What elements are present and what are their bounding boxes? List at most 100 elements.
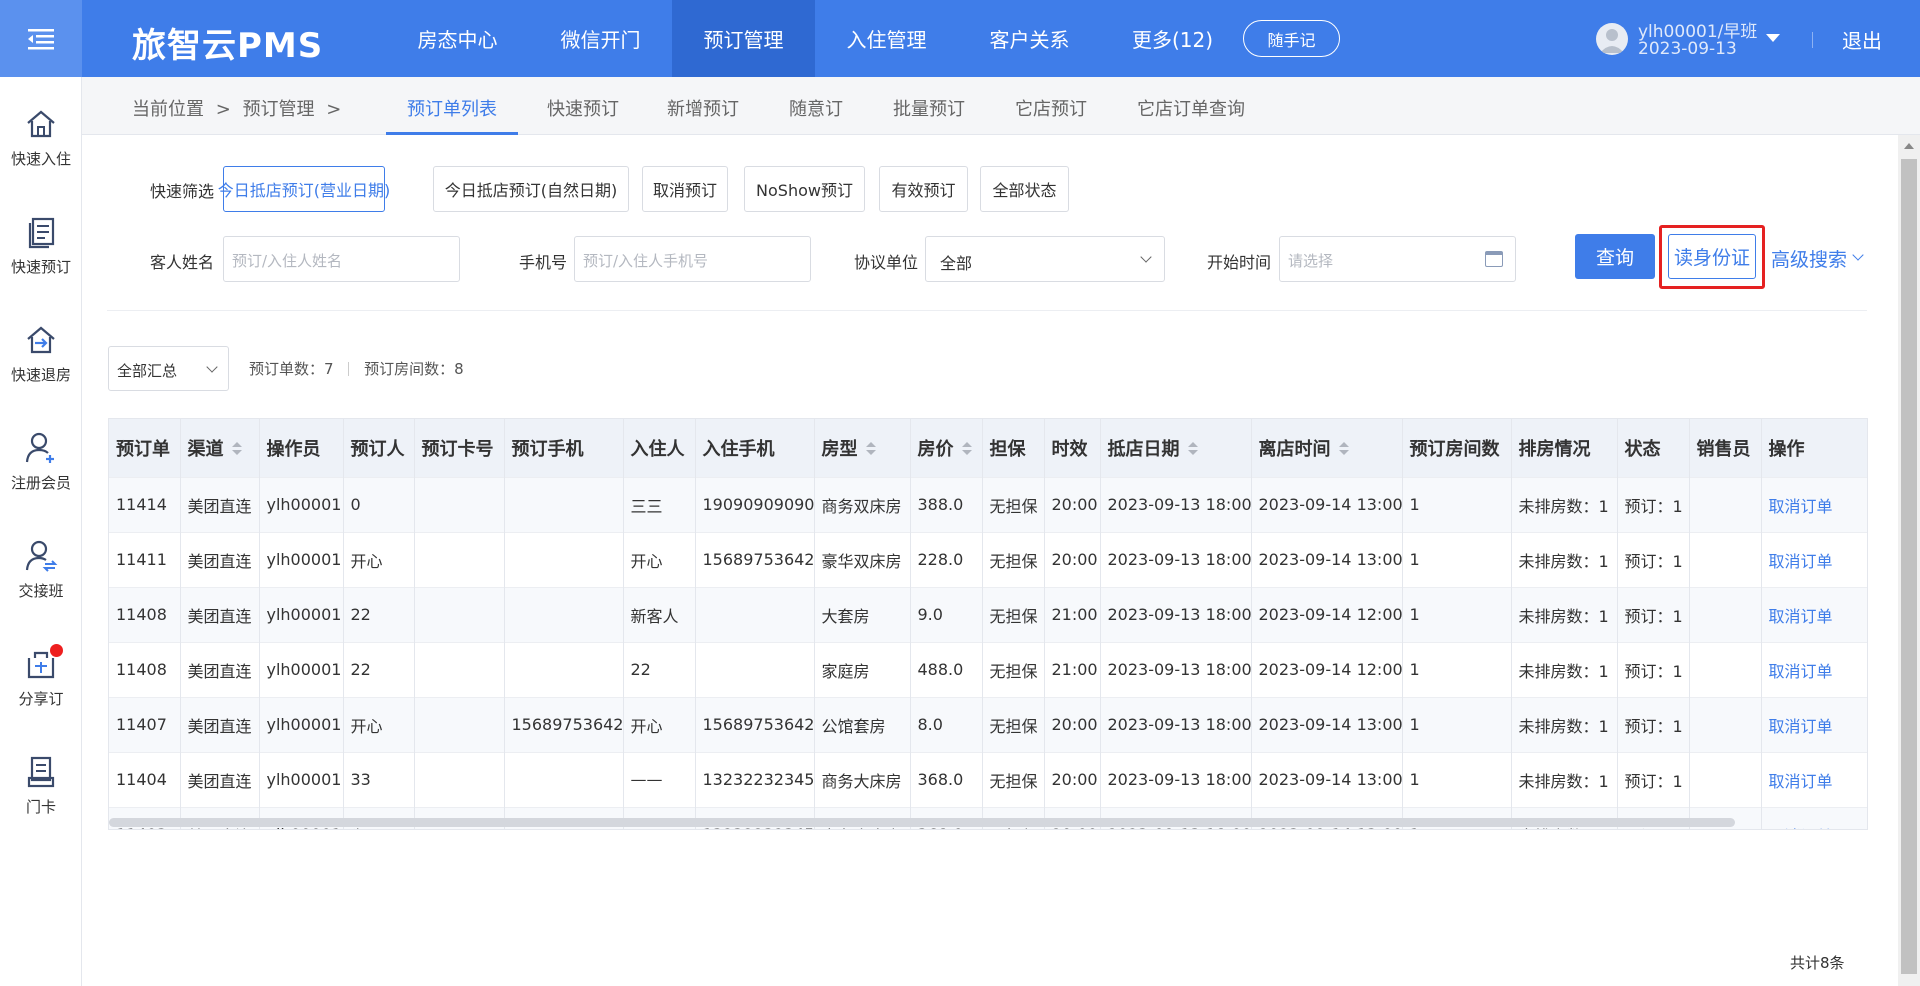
filter-today-arrival-business[interactable]: 今日抵店预订(营业日期) <box>218 166 390 212</box>
note-button[interactable]: 随手记 <box>1243 20 1340 57</box>
sidebar-item-quick-checkout[interactable]: 快速退房 <box>0 308 82 398</box>
agreement-unit-select[interactable]: 全部 <box>925 236 1165 282</box>
menu-toggle-button[interactable] <box>0 0 82 77</box>
filter-all-status[interactable]: 全部状态 <box>980 166 1069 212</box>
user-menu[interactable]: ylh00001/早班 2023-09-13 <box>1596 17 1786 61</box>
phone-label: 手机号 <box>519 253 568 272</box>
guest-name-input[interactable]: 预订/入住人姓名 <box>223 236 460 282</box>
start-time-input[interactable]: 请选择 <box>1279 236 1516 282</box>
avatar <box>1596 23 1628 55</box>
col-room-assignment: 排房情况 <box>1511 419 1618 477</box>
sidebar-item-door-card[interactable]: 门卡 <box>0 740 82 830</box>
nav-wechat-door[interactable]: 微信开门 <box>529 0 672 77</box>
sidebar-item-quick-checkin[interactable]: 快速入住 <box>0 92 82 182</box>
col-arrival-date[interactable]: 抵店日期 <box>1100 419 1252 477</box>
sort-icon[interactable] <box>961 441 972 456</box>
table-cell: 未排房数：1 <box>1511 641 1618 697</box>
table-cell: ylh00001 <box>259 476 344 532</box>
cancel-order-link[interactable]: 取消订单 <box>1761 806 1867 829</box>
filter-today-arrival-natural[interactable]: 今日抵店预订(自然日期) <box>433 166 629 212</box>
cancel-order-link[interactable]: 取消订单 <box>1761 751 1867 807</box>
calendar-icon[interactable] <box>1485 251 1503 267</box>
table-cell: 预订：1 <box>1617 531 1690 587</box>
tab-other-store-order-query[interactable]: 它店订单查询 <box>1137 95 1245 121</box>
nav-more[interactable]: 更多(12) <box>1101 0 1244 77</box>
filter-cancelled[interactable]: 取消预订 <box>642 166 728 212</box>
tab-booking-list[interactable]: 预订单列表 <box>407 95 497 121</box>
phone-input[interactable]: 预订/入住人手机号 <box>574 236 811 282</box>
logout-button[interactable]: 退出 <box>1842 25 1882 54</box>
col-label: 入住手机 <box>702 438 775 460</box>
table-cell <box>1689 696 1762 752</box>
rooms-label: 预订房间数： <box>364 360 455 378</box>
divider <box>107 310 1867 311</box>
table-cell: 2023-09-13 18:00 <box>1100 641 1252 697</box>
start-time-placeholder: 请选择 <box>1288 252 1334 270</box>
table-cell <box>504 586 624 642</box>
col-departure-time[interactable]: 离店时间 <box>1251 419 1403 477</box>
cancel-order-link[interactable]: 取消订单 <box>1761 586 1867 642</box>
sidebar-item-share-booking[interactable]: 分享订 <box>0 632 82 722</box>
scrollbar-thumb[interactable] <box>1901 159 1917 974</box>
sidebar-item-shift-handover[interactable]: 交接班 <box>0 524 82 614</box>
table-cell: 家庭房 <box>814 641 911 697</box>
sort-icon[interactable] <box>865 441 876 456</box>
sort-icon[interactable] <box>1338 441 1349 456</box>
col-label: 排房情况 <box>1518 438 1591 460</box>
guest-name-placeholder: 预订/入住人姓名 <box>232 252 343 270</box>
table-cell: 未排房数：1 <box>1511 531 1618 587</box>
col-booker: 预订人 <box>343 419 415 477</box>
query-button[interactable]: 查询 <box>1575 234 1655 279</box>
table-cell: 美团直连 <box>180 586 260 642</box>
col-validity: 时效 <box>1044 419 1101 477</box>
table-cell: 预订：1 <box>1617 476 1690 532</box>
phone-placeholder: 预订/入住人手机号 <box>583 252 709 270</box>
table-cell: 无担保 <box>982 751 1045 807</box>
advanced-search-link[interactable]: 高级搜索 <box>1771 245 1847 272</box>
cancel-order-link[interactable]: 取消订单 <box>1761 531 1867 587</box>
horizontal-scrollbar[interactable] <box>109 818 1735 827</box>
table-cell: ylh00001 <box>259 531 344 587</box>
filter-valid[interactable]: 有效预订 <box>879 166 968 212</box>
summary-select[interactable]: 全部汇总 <box>108 346 229 391</box>
table-cell: 21:00 <box>1044 586 1101 642</box>
nav-booking-management[interactable]: 预订管理 <box>672 0 815 77</box>
col-room-price[interactable]: 房价 <box>910 419 983 477</box>
sidebar-item-register-member[interactable]: 注册会员 <box>0 416 82 506</box>
sort-icon[interactable] <box>231 441 242 456</box>
table-cell <box>504 476 624 532</box>
table-cell: 未排房数：1 <box>1511 586 1618 642</box>
table-cell <box>414 476 505 532</box>
tab-other-store-booking[interactable]: 它店预订 <box>1015 95 1087 121</box>
nav-room-status[interactable]: 房态中心 <box>386 0 529 77</box>
orders-count: 7 <box>324 360 334 378</box>
tab-batch-booking[interactable]: 批量预订 <box>893 95 965 121</box>
table-cell: 15689753642 <box>504 696 624 752</box>
tab-quick-booking[interactable]: 快速预订 <box>547 95 619 121</box>
chevron-down-icon <box>1852 249 1864 261</box>
cancel-order-link[interactable]: 取消订单 <box>1761 641 1867 697</box>
filter-noshow[interactable]: NoShow预订 <box>744 166 865 212</box>
tab-new-booking[interactable]: 新增预订 <box>667 95 739 121</box>
col-room-count: 预订房间数 <box>1402 419 1512 477</box>
tab-casual-booking[interactable]: 随意订 <box>789 95 843 121</box>
rooms-count: 8 <box>454 360 464 378</box>
breadcrumb-section[interactable]: 预订管理 <box>243 99 315 120</box>
sidebar-item-label: 交接班 <box>18 581 64 600</box>
table-cell <box>1689 751 1762 807</box>
table-cell: 1 <box>1402 641 1512 697</box>
chevron-down-icon <box>206 361 218 373</box>
col-channel[interactable]: 渠道 <box>180 419 260 477</box>
col-room-type[interactable]: 房型 <box>814 419 911 477</box>
cancel-order-link[interactable]: 取消订单 <box>1761 476 1867 532</box>
nav-customer-relations[interactable]: 客户关系 <box>958 0 1101 77</box>
col-label: 入住人 <box>630 438 685 460</box>
sidebar-item-quick-booking[interactable]: 快速预订 <box>0 200 82 290</box>
scroll-up-icon[interactable] <box>1904 143 1914 149</box>
col-label: 预订人 <box>350 438 405 460</box>
col-label: 预订卡号 <box>421 438 494 460</box>
nav-checkin-management[interactable]: 入住管理 <box>815 0 958 77</box>
vertical-scrollbar[interactable] <box>1898 135 1920 986</box>
sort-icon[interactable] <box>1187 441 1198 456</box>
cancel-order-link[interactable]: 取消订单 <box>1761 696 1867 752</box>
